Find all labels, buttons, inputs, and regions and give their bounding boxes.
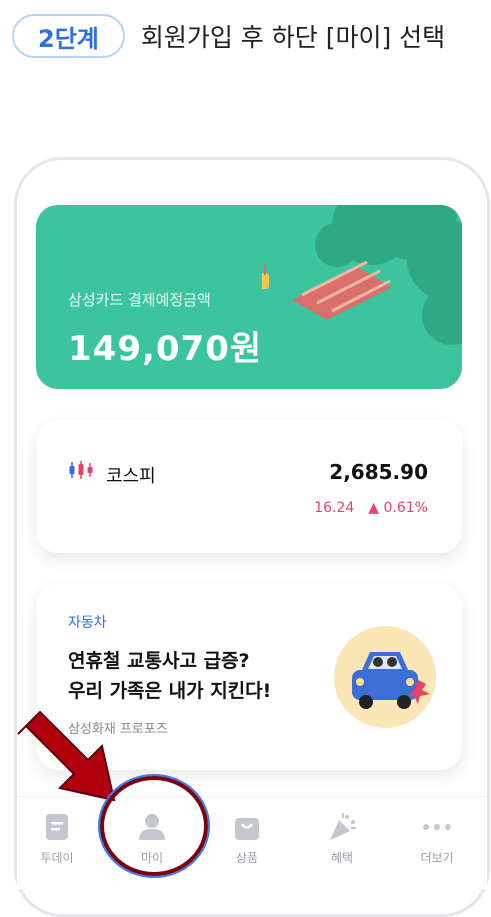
ad-category: 자동차: [68, 615, 107, 631]
ad-title: 연휴철 교통사고 급증? 우리 가족은 내가 지킨다!: [68, 646, 271, 706]
tab-benefits-label: 혜택: [330, 851, 354, 865]
bottom-tab-bar: 투데이 마이 상품 혜택 더보기: [17, 796, 487, 889]
tab-benefits[interactable]: 혜택: [302, 811, 382, 866]
highlight-circle-annotation: [98, 774, 210, 878]
tab-more[interactable]: 더보기: [397, 811, 477, 866]
payment-card[interactable]: 삼성카드 결제예정금액 149,070원: [36, 205, 462, 389]
more-dots-icon: [423, 824, 451, 830]
tab-today[interactable]: 투데이: [17, 811, 97, 866]
step-header: 2단계 회원가입 후 하단 [마이] 선택: [12, 12, 445, 60]
kospi-change-percent: ▲ 0.61%: [368, 500, 428, 516]
tab-products-label: 상품: [235, 851, 259, 865]
party-popper-icon: [330, 813, 356, 840]
tab-today-label: 투데이: [40, 851, 74, 865]
kospi-card[interactable]: 코스피 2,685.90 16.24 ▲ 0.61%: [36, 420, 462, 553]
kospi-change-points: 16.24: [314, 500, 355, 516]
document-icon: [46, 814, 68, 840]
kospi-change: 16.24 ▲ 0.61%: [314, 500, 428, 516]
candlestick-icon: [69, 461, 93, 479]
step-instruction: 회원가입 후 하단 [마이] 선택: [140, 23, 446, 52]
payment-amount: 149,070원: [68, 329, 263, 369]
red-arrow-annotation: [17, 710, 116, 802]
car-illustration: [334, 626, 436, 728]
kospi-name: 코스피: [106, 466, 156, 487]
tab-more-label: 더보기: [420, 851, 454, 865]
ad-title-line2: 우리 가족은 내가 지킨다!: [68, 680, 272, 702]
shopping-bag-icon: [235, 818, 259, 840]
kospi-value: 2,685.90: [329, 460, 428, 484]
payment-label: 삼성카드 결제예정금액: [68, 291, 211, 309]
step-badge: 2단계: [12, 14, 125, 58]
ad-title-line1: 연휴철 교통사고 급증?: [68, 650, 250, 672]
tab-products[interactable]: 상품: [207, 811, 287, 866]
picnic-illustration: [262, 205, 462, 345]
